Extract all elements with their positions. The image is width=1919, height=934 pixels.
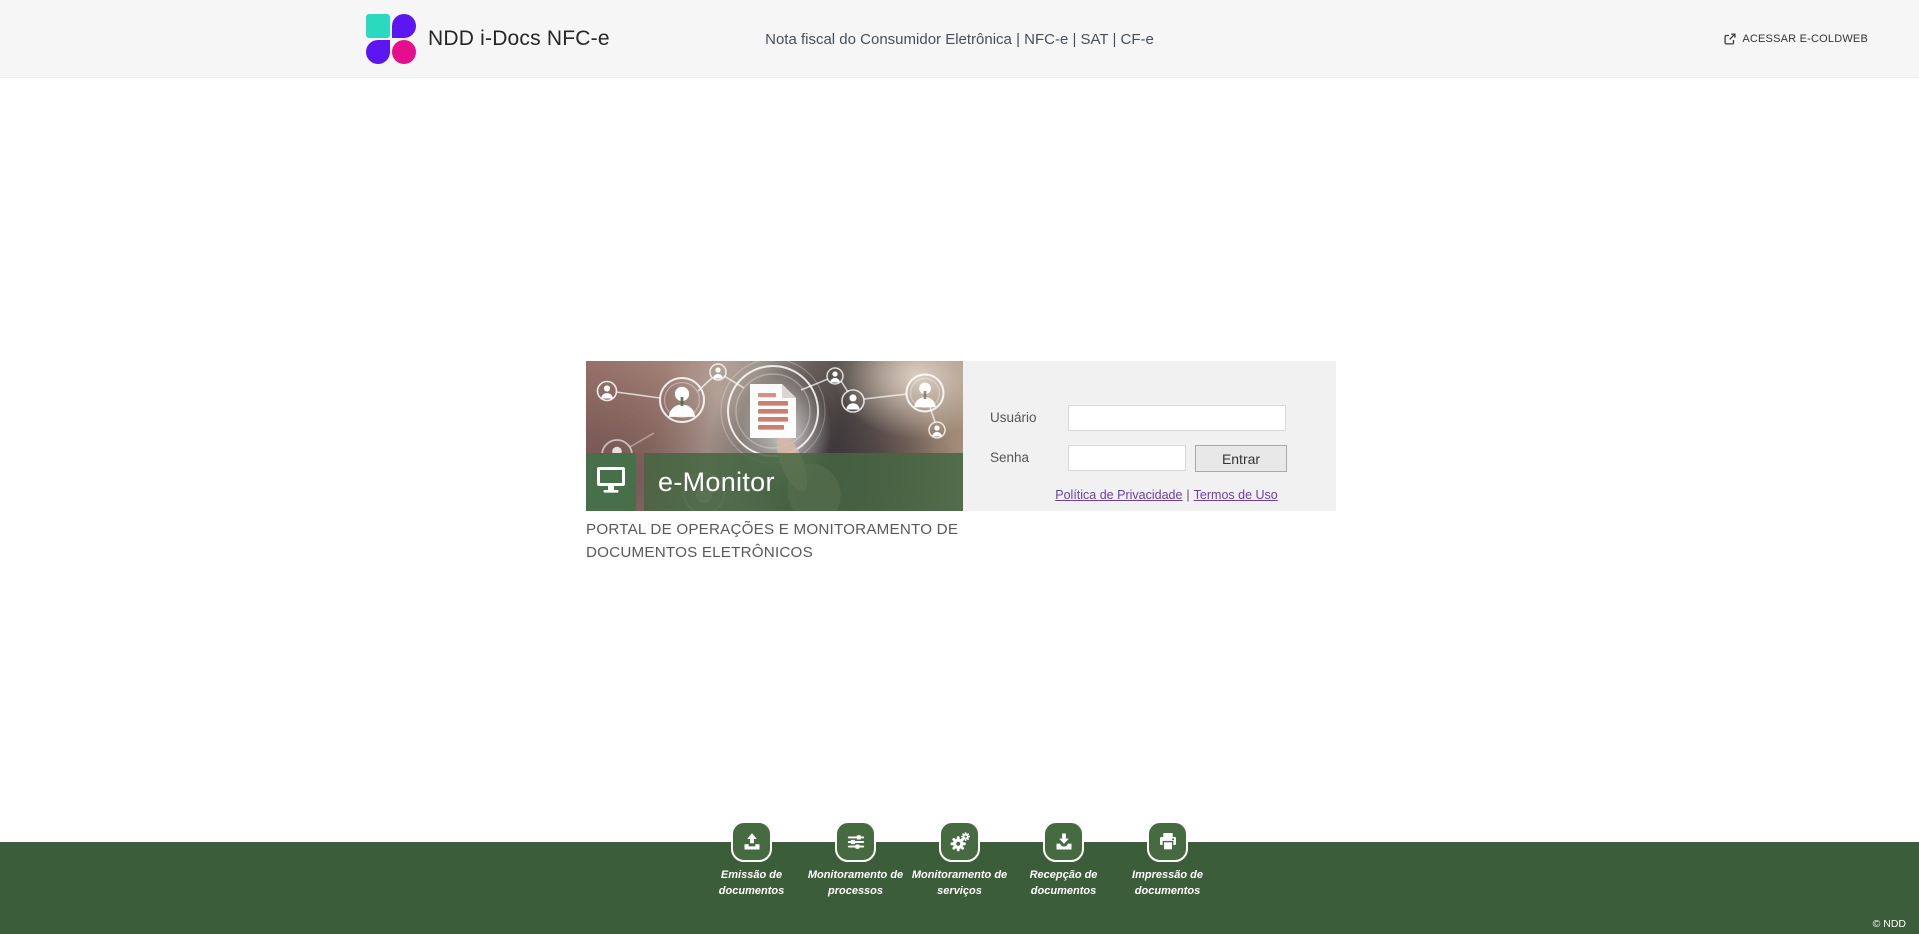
emonitor-banner: e-Monitor: [586, 361, 963, 511]
acessar-ecoldweb-link[interactable]: ACESSAR E-COLDWEB: [1723, 0, 1868, 78]
app-header: NDD i-Docs NFC-e Nota fiscal do Consumid…: [0, 0, 1919, 78]
emonitor-title-band: e-Monitor: [644, 453, 963, 511]
external-link-icon: [1723, 32, 1737, 46]
header-subtitle: Nota fiscal do Consumidor Eletrônica | N…: [765, 30, 1154, 48]
feature-label: Impressão de documentos: [1132, 869, 1203, 897]
feature-label: Monitoramento de serviços: [911, 869, 1008, 897]
username-input[interactable]: [1068, 405, 1286, 431]
monitor-icon: [595, 465, 627, 500]
feature-label: Monitoramento de processos: [807, 869, 904, 897]
feature-label: Recepção de documentos: [1029, 869, 1098, 897]
emonitor-title: e-Monitor: [658, 466, 775, 497]
feature-impressao-documentos[interactable]: Impressão de documentos: [1116, 821, 1220, 899]
app-title: NDD i-Docs NFC-e: [428, 27, 610, 50]
login-form-panel: Usuário Senha Entrar Política de Privaci…: [963, 361, 1336, 511]
gears-icon: [939, 821, 980, 862]
ndd-logo: [366, 14, 416, 64]
logo-purple-leaf-top: [392, 14, 416, 38]
legal-links: Política de Privacidade | Termos de Uso: [963, 488, 1336, 502]
sliders-icon: [835, 821, 876, 862]
footer-feature-list: Emissão de documentos Monitoramento de p…: [700, 821, 1220, 899]
download-icon: [1043, 821, 1084, 862]
username-label: Usuário: [990, 410, 1037, 425]
app-footer: Emissão de documentos Monitoramento de p…: [0, 821, 1919, 934]
logo-pink-circle: [392, 40, 416, 64]
password-input[interactable]: [1068, 445, 1186, 471]
printer-icon: [1147, 821, 1188, 862]
feature-emissao-documentos[interactable]: Emissão de documentos: [700, 821, 804, 899]
links-separator: |: [1186, 488, 1190, 502]
feature-label: Emissão de documentos: [718, 869, 785, 897]
feature-monitoramento-processos[interactable]: Monitoramento de processos: [804, 821, 908, 899]
acessar-ecoldweb-label: ACESSAR E-COLDWEB: [1742, 33, 1868, 45]
main-area: e-Monitor Usuário Senha Entrar Política …: [0, 78, 1919, 842]
login-page: NDD i-Docs NFC-e Nota fiscal do Consumid…: [0, 0, 1919, 934]
feature-monitoramento-servicos[interactable]: Monitoramento de serviços: [908, 821, 1012, 899]
feature-recepcao-documentos[interactable]: Recepção de documentos: [1012, 821, 1116, 899]
entrar-button[interactable]: Entrar: [1195, 445, 1287, 472]
privacy-policy-link[interactable]: Política de Privacidade: [1055, 488, 1182, 502]
monitor-icon-tile: [586, 453, 636, 511]
password-label: Senha: [990, 450, 1030, 465]
logo-teal-square: [366, 14, 390, 38]
logo-purple-leaf-bottom: [366, 40, 390, 64]
portal-caption: PORTAL DE OPERAÇÕES E MONITORAMENTO DE D…: [586, 521, 959, 561]
login-card: e-Monitor Usuário Senha Entrar Política …: [586, 361, 1336, 511]
copyright-text: © NDD: [1872, 918, 1906, 930]
terms-of-use-link[interactable]: Termos de Uso: [1194, 488, 1278, 502]
upload-icon: [731, 821, 772, 862]
